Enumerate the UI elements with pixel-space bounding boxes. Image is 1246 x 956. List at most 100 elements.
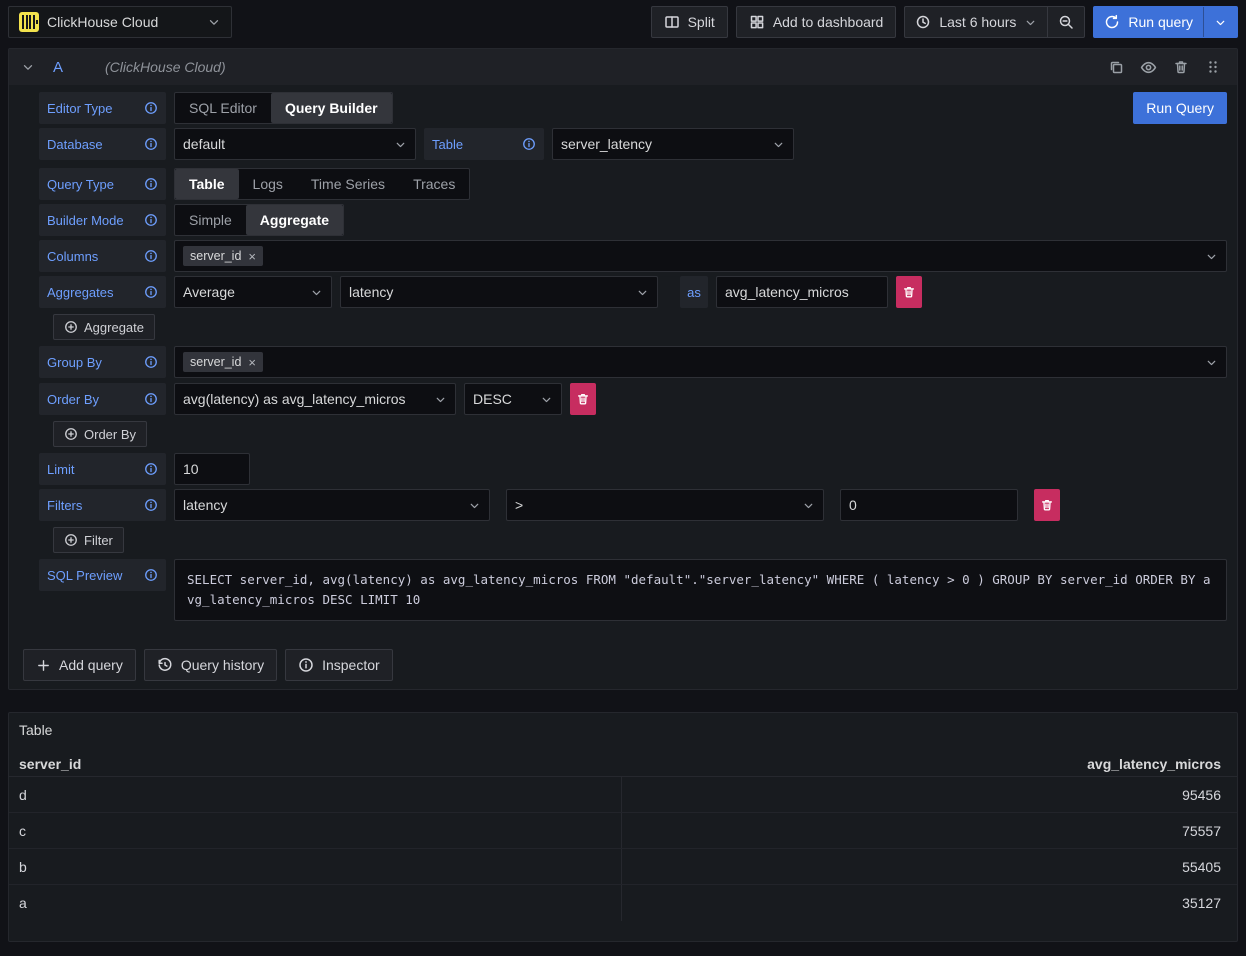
time-range-button[interactable]: Last 6 hours <box>905 7 1047 37</box>
collapse-chevron-icon[interactable] <box>21 60 35 74</box>
results-table: server_id avg_latency_micros d 95456 c 7… <box>9 751 1237 921</box>
info-icon[interactable] <box>144 101 158 115</box>
option-logs[interactable]: Logs <box>239 169 297 199</box>
query-editor-panel: A (ClickHouse Cloud) Editor Type SQL Edi… <box>8 48 1238 690</box>
filter-value-input[interactable] <box>840 489 1018 521</box>
query-row-actions <box>1108 59 1221 76</box>
remove-chip-icon[interactable]: × <box>248 250 256 263</box>
filter-column-select[interactable]: latency <box>174 489 490 521</box>
group-by-row: Group By server_id × <box>39 346 1227 378</box>
option-aggregate[interactable]: Aggregate <box>246 205 343 235</box>
info-icon[interactable] <box>144 249 158 263</box>
cell-server-id: b <box>9 849 621 884</box>
chevron-down-icon <box>1205 356 1218 369</box>
add-order-by-button[interactable]: Order By <box>53 421 147 447</box>
sql-preview-label: SQL Preview <box>47 568 122 583</box>
time-range-label: Last 6 hours <box>939 14 1016 30</box>
run-query-dropdown-button[interactable] <box>1203 7 1237 37</box>
filters-row: Filters latency > <box>39 489 1227 521</box>
query-history-button[interactable]: Query history <box>144 649 277 681</box>
editor-type-toggle: SQL Editor Query Builder <box>174 92 393 124</box>
info-icon[interactable] <box>144 462 158 476</box>
split-label: Split <box>688 14 715 30</box>
editor-type-label: Editor Type <box>47 101 113 116</box>
limit-input[interactable] <box>174 453 250 485</box>
add-filter-button[interactable]: Filter <box>53 527 124 553</box>
query-history-label: Query history <box>181 657 264 673</box>
info-icon[interactable] <box>144 498 158 512</box>
datasource-picker[interactable]: ClickHouse Cloud <box>8 6 232 38</box>
info-icon[interactable] <box>522 137 536 151</box>
time-range-controls: Last 6 hours <box>904 6 1085 38</box>
database-select[interactable]: default <box>174 128 416 160</box>
column-header-avg-latency-micros[interactable]: avg_latency_micros <box>621 756 1237 772</box>
datasource-hint: (ClickHouse Cloud) <box>105 59 226 75</box>
option-sql-editor[interactable]: SQL Editor <box>175 93 271 123</box>
inspector-button[interactable]: Inspector <box>285 649 393 681</box>
option-simple[interactable]: Simple <box>175 205 246 235</box>
chevron-down-icon <box>636 286 649 299</box>
filter-operator-select[interactable]: > <box>506 489 824 521</box>
drag-query-handle[interactable] <box>1205 59 1221 75</box>
chip-label: server_id <box>190 355 241 369</box>
hide-response-button[interactable] <box>1140 59 1157 76</box>
field-label-editor-type: Editor Type <box>39 92 166 124</box>
option-query-builder[interactable]: Query Builder <box>271 93 392 123</box>
history-icon <box>157 657 173 673</box>
chevron-down-icon <box>468 499 481 512</box>
table-row: c 75557 <box>9 813 1237 849</box>
remove-chip-icon[interactable]: × <box>248 356 256 369</box>
chevron-down-icon <box>394 138 407 151</box>
option-time-series[interactable]: Time Series <box>297 169 399 199</box>
as-keyword-badge: as <box>680 276 708 308</box>
zoom-out-icon <box>1058 14 1074 30</box>
group-by-multiselect[interactable]: server_id × <box>174 346 1227 378</box>
order-by-field-select[interactable]: avg(latency) as avg_latency_micros <box>174 383 456 415</box>
info-icon[interactable] <box>144 568 158 582</box>
aggregate-alias-input[interactable] <box>716 276 888 308</box>
order-by-row: Order By avg(latency) as avg_latency_mic… <box>39 383 1227 415</box>
order-direction-select[interactable]: DESC <box>464 383 562 415</box>
info-icon[interactable] <box>144 213 158 227</box>
info-icon[interactable] <box>144 355 158 369</box>
add-aggregate-button[interactable]: Aggregate <box>53 314 155 340</box>
columns-multiselect[interactable]: server_id × <box>174 240 1227 272</box>
cell-avg-latency: 55405 <box>621 849 1237 884</box>
info-circle-icon <box>298 657 314 673</box>
info-icon[interactable] <box>144 137 158 151</box>
query-type-label: Query Type <box>47 177 114 192</box>
run-query-editor-button[interactable]: Run Query <box>1133 92 1227 124</box>
add-to-dashboard-button[interactable]: Add to dashboard <box>736 6 897 38</box>
info-icon[interactable] <box>144 285 158 299</box>
option-traces[interactable]: Traces <box>399 169 469 199</box>
table-select[interactable]: server_latency <box>552 128 794 160</box>
builder-mode-toggle: Simple Aggregate <box>174 204 344 236</box>
duplicate-query-button[interactable] <box>1108 59 1124 75</box>
info-icon[interactable] <box>144 177 158 191</box>
field-label-filters: Filters <box>39 489 166 521</box>
info-icon[interactable] <box>144 392 158 406</box>
time-zoom-out-button[interactable] <box>1047 7 1084 37</box>
query-ref-id[interactable]: A <box>53 59 63 76</box>
add-query-label: Add query <box>59 657 123 673</box>
remove-aggregate-button[interactable] <box>896 276 922 308</box>
split-button[interactable]: Split <box>651 6 728 38</box>
database-value: default <box>183 136 225 152</box>
copy-icon <box>1108 59 1124 75</box>
aggregates-row: Aggregates Average latency as <box>39 276 1227 308</box>
add-query-button[interactable]: Add query <box>23 649 136 681</box>
aggregate-function-select[interactable]: Average <box>174 276 332 308</box>
option-table[interactable]: Table <box>175 169 239 199</box>
remove-filter-button[interactable] <box>1034 489 1060 521</box>
run-query-button[interactable]: Run query <box>1094 7 1203 37</box>
trash-icon <box>1173 59 1189 75</box>
aggregate-column-select[interactable]: latency <box>340 276 658 308</box>
column-header-server-id[interactable]: server_id <box>9 756 621 772</box>
limit-label: Limit <box>47 462 74 477</box>
remove-order-by-button[interactable] <box>570 383 596 415</box>
remove-query-button[interactable] <box>1173 59 1189 75</box>
cell-avg-latency: 35127 <box>621 885 1237 921</box>
field-label-aggregates: Aggregates <box>39 276 166 308</box>
eye-icon <box>1140 59 1157 76</box>
trash-icon <box>1040 498 1054 512</box>
